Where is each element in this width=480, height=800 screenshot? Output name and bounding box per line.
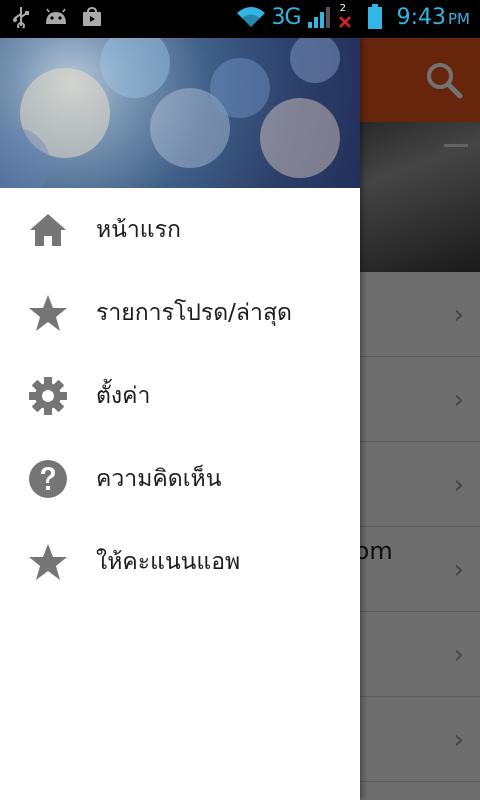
menu-item-label: ตั้งค่า xyxy=(96,383,151,409)
menu-item-feedback[interactable]: ความคิดเห็น xyxy=(0,437,360,520)
sim-badge: 2 xyxy=(339,3,346,14)
menu-item-label: หน้าแรก xyxy=(96,217,181,243)
clock: 9:43 PM xyxy=(397,5,470,30)
status-bar: 3G 2 9:43 PM xyxy=(0,0,480,38)
gear-icon xyxy=(28,376,68,416)
help-icon xyxy=(28,459,68,499)
navigation-drawer: หน้าแรก รายการโปรด/ล่าสุด ตั้งค่า ความคิ… xyxy=(0,38,360,800)
menu-item-label: รายการโปรด/ล่าสุด xyxy=(96,300,292,326)
store-icon xyxy=(82,7,102,27)
usb-icon xyxy=(12,6,30,28)
drawer-header-image xyxy=(0,38,360,188)
clock-time: 9:43 xyxy=(396,4,446,30)
menu-item-favorites[interactable]: รายการโปรด/ล่าสุด xyxy=(0,271,360,354)
menu-item-label: ให้คะแนนแอพ xyxy=(96,549,241,575)
battery-icon xyxy=(367,4,383,30)
drawer-menu: หน้าแรก รายการโปรด/ล่าสุด ตั้งค่า ความคิ… xyxy=(0,188,360,603)
signal-icon xyxy=(307,5,331,29)
no-sim-icon: 2 xyxy=(337,3,353,29)
menu-item-label: ความคิดเห็น xyxy=(96,466,222,492)
network-type: 3G xyxy=(271,4,302,30)
menu-item-rate-app[interactable]: ให้คะแนนแอพ xyxy=(0,520,360,603)
menu-item-home[interactable]: หน้าแรก xyxy=(0,188,360,271)
wifi-icon xyxy=(236,5,266,29)
android-icon xyxy=(44,8,68,26)
star-icon xyxy=(28,542,68,582)
clock-ampm: PM xyxy=(448,9,470,28)
star-icon xyxy=(28,293,68,333)
menu-item-settings[interactable]: ตั้งค่า xyxy=(0,354,360,437)
home-icon xyxy=(28,210,68,250)
